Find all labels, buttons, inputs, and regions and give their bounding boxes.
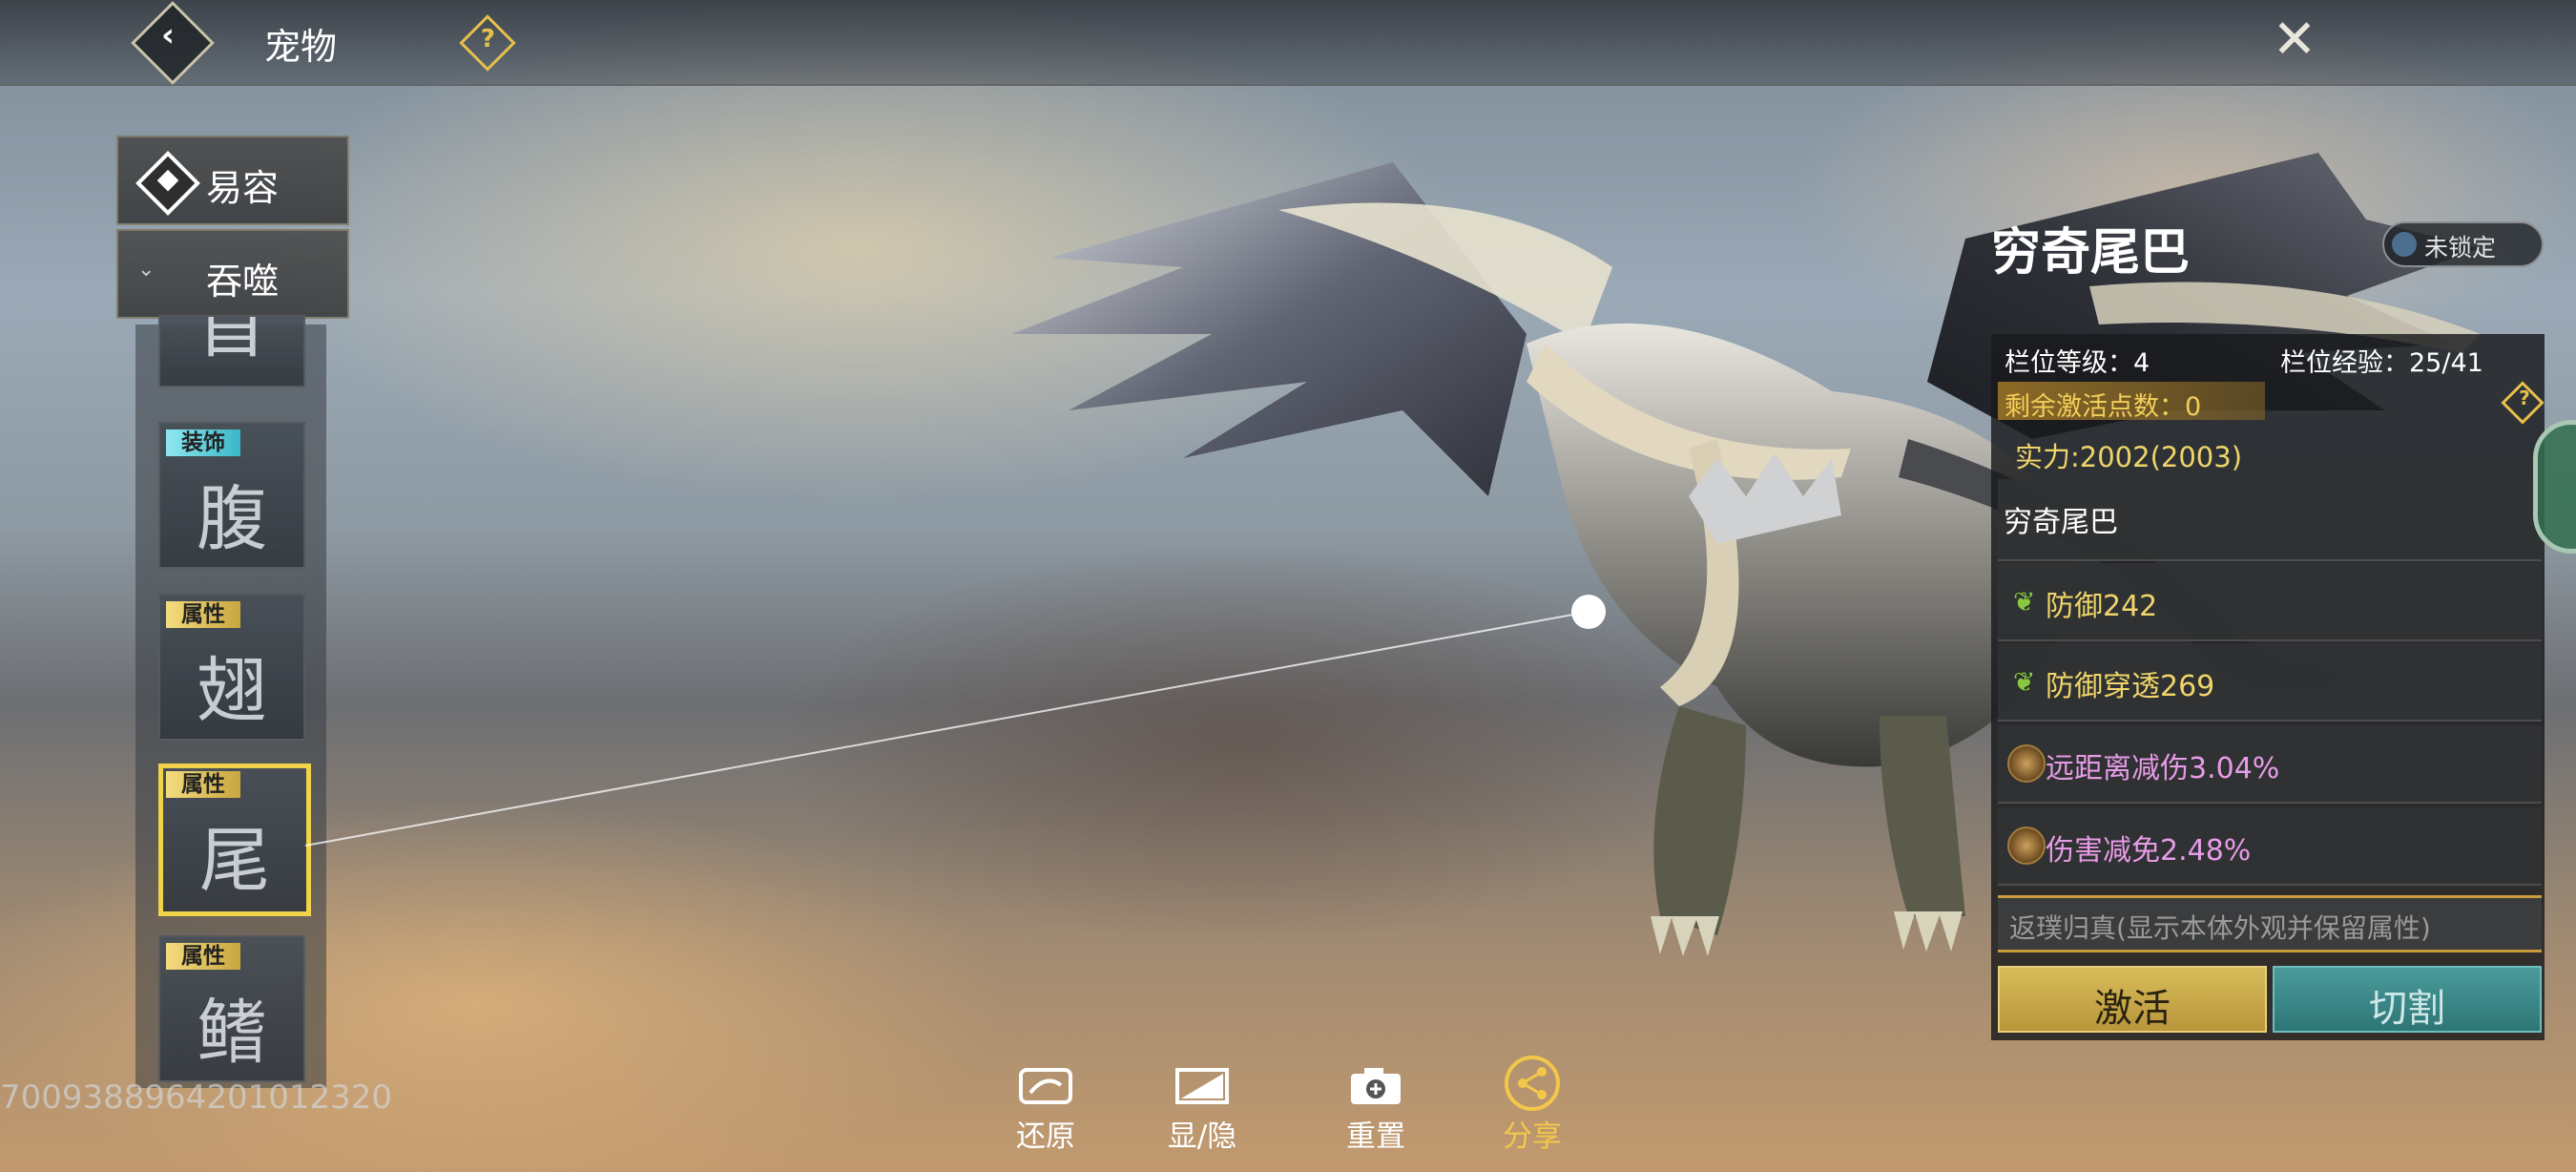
power-value: 实力:2002(2003): [2015, 441, 2243, 473]
restore-icon: [1017, 1064, 1074, 1108]
chat-bubble-button[interactable]: [2533, 420, 2576, 554]
reset-button[interactable]: 重置: [1319, 1064, 1433, 1155]
cut-button[interactable]: 切割: [2273, 966, 2542, 1033]
help-icon: ?: [2519, 386, 2530, 409]
leaf-icon: ❦: [2013, 666, 2036, 698]
share-label: 分享: [1503, 1120, 1562, 1154]
part-name-label: 穷奇尾巴: [2004, 506, 2118, 539]
appearance-option[interactable]: 返璞归真(显示本体外观并保留属性): [1998, 895, 2542, 952]
cut-label: 切割: [2369, 987, 2445, 1031]
toggle-visibility-button[interactable]: 显/隐: [1145, 1064, 1259, 1155]
appearance-option-label: 返璞归真(显示本体外观并保留属性): [2009, 912, 2431, 944]
remaining-points: 剩余激活点数：0: [2005, 392, 2202, 422]
attribute-text: 防御穿透269: [2046, 670, 2215, 703]
orb-icon: [2007, 827, 2046, 865]
attribute-row: ❦ 防御穿透269: [1998, 643, 2542, 722]
activate-button[interactable]: 激活: [1998, 966, 2267, 1033]
restore-button[interactable]: 还原: [988, 1064, 1103, 1155]
player-id: 7009388964201012320: [0, 1078, 393, 1117]
reset-label: 重置: [1346, 1120, 1405, 1154]
attribute-text: 防御242: [2046, 590, 2158, 623]
lock-toggle[interactable]: 未锁定: [2382, 221, 2544, 267]
slot-exp: 栏位经验：25/41: [2280, 348, 2483, 378]
activate-label: 激活: [2094, 987, 2171, 1031]
share-button[interactable]: 分享: [1475, 1056, 1589, 1155]
attribute-row: 远距离减伤3.04%: [1998, 725, 2542, 804]
attribute-row: ❦ 防御242: [1998, 563, 2542, 641]
lock-indicator-icon: [2392, 232, 2417, 257]
restore-label: 还原: [1016, 1120, 1075, 1154]
share-icon: [1504, 1056, 1561, 1111]
attribute-text: 远距离减伤3.04%: [2046, 752, 2280, 785]
part-name-row: 穷奇尾巴: [1998, 479, 2542, 561]
show-hide-icon: [1174, 1064, 1231, 1108]
orb-icon: [2007, 744, 2046, 783]
attribute-row: 伤害减免2.48%: [1998, 807, 2542, 886]
leaf-icon: ❦: [2013, 586, 2036, 617]
camera-icon: [1347, 1064, 1404, 1108]
tail-anchor-dot: [1571, 595, 1606, 629]
slot-level: 栏位等级：4: [2005, 348, 2150, 378]
toggle-visibility-label: 显/隐: [1167, 1120, 1237, 1154]
lock-status: 未锁定: [2424, 234, 2497, 262]
part-name: 穷奇尾巴: [1991, 224, 2191, 282]
attribute-text: 伤害减免2.48%: [2046, 834, 2252, 868]
